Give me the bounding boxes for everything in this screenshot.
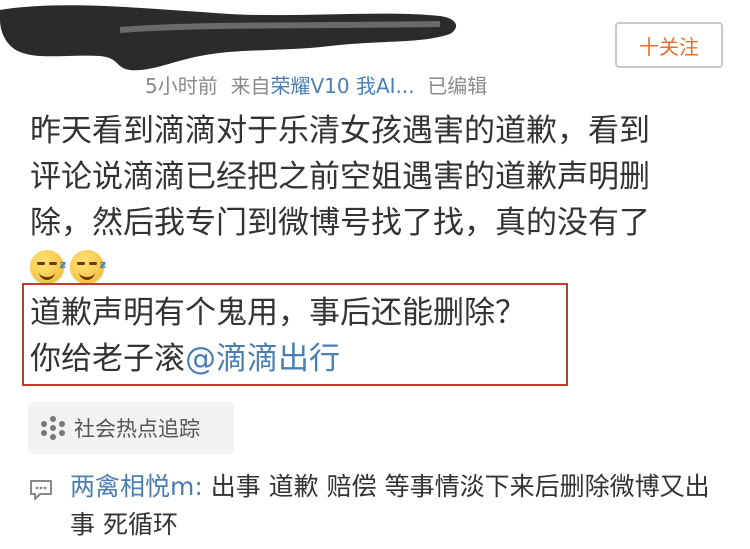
post-meta: 5小时前 来自荣耀V10 我AI... 已编辑 (145, 70, 487, 99)
topic-icon (41, 416, 65, 440)
redacted-username (0, 5, 457, 71)
comment: 两禽相悦m: 出事 道歉 赔偿 等事情淡下来后删除微博又出事 死循环 (70, 468, 730, 544)
comment-author[interactable]: 两禽相悦m: (70, 472, 203, 501)
highlight-line-1: 道歉声明有个鬼用，事后还能删除？ (30, 295, 526, 331)
topic-chip[interactable]: 社会热点追踪 (28, 402, 234, 454)
post-source-prefix: 来自 (230, 74, 271, 98)
sweat-smile-emoji-icon: ƶ (70, 250, 106, 284)
mention-link[interactable]: @滴滴出行 (185, 341, 340, 377)
post-edited: 已编辑 (427, 74, 488, 98)
post-device[interactable]: 荣耀V10 我AI... (270, 74, 414, 98)
post-body-line: 昨天看到滴滴对于乐清女孩遇害的道歉，看到 (30, 113, 650, 149)
comment-icon (30, 480, 52, 500)
sweat-smile-emoji-icon: ƶ (30, 250, 66, 284)
post-body: 昨天看到滴滴对于乐清女孩遇害的道歉，看到 评论说滴滴已经把之前空姐遇害的道歉声明… (30, 108, 730, 290)
post-time: 5小时前 (145, 74, 218, 98)
highlight-text: 道歉声明有个鬼用，事后还能删除？ 你给老子滚@滴滴出行 (30, 290, 526, 382)
topic-label: 社会热点追踪 (74, 417, 200, 441)
follow-button[interactable]: 十关注 (615, 22, 723, 68)
post-body-line: 除，然后我专门到微博号找了找，真的没有了 (30, 205, 650, 241)
post-body-line: 评论说滴滴已经把之前空姐遇害的道歉声明删 (30, 159, 650, 195)
highlight-line-2: 你给老子滚@滴滴出行 (30, 336, 526, 382)
highlight-line-2-prefix: 你给老子滚 (30, 341, 185, 377)
